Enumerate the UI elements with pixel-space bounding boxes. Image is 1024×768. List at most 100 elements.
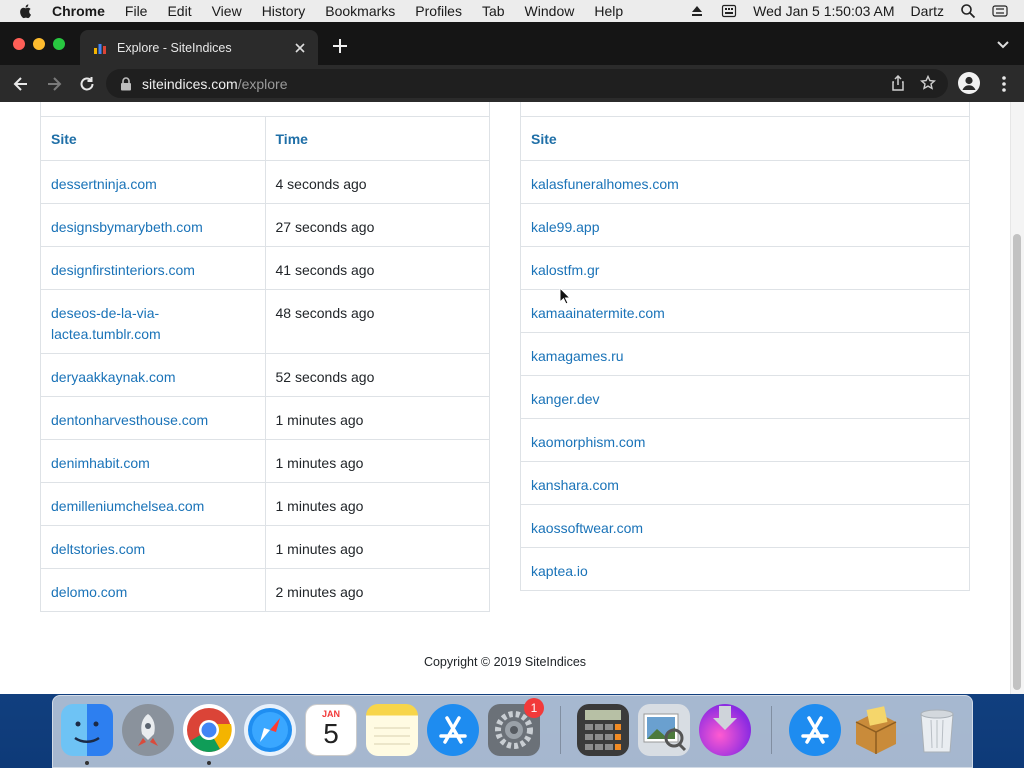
menu-help[interactable]: Help <box>594 3 623 19</box>
site-link[interactable]: kaptea.io <box>531 563 588 579</box>
site-link[interactable]: deltstories.com <box>51 541 145 557</box>
time-cell: 2 minutes ago <box>264 567 489 611</box>
window-minimize-button[interactable] <box>33 38 45 50</box>
dock-chrome-icon[interactable] <box>183 704 235 756</box>
page-scrollbar-thumb[interactable] <box>1013 234 1021 690</box>
time-cell: 27 seconds ago <box>264 202 489 246</box>
table-row: kalasfuneralhomes.com <box>521 159 969 203</box>
menu-bar-status: Wed Jan 5 1:50:03 AM Dartz <box>689 0 1024 22</box>
chrome-menu-kebab-icon[interactable] <box>996 74 1012 94</box>
table-row: kanshara.com <box>521 460 969 504</box>
site-link[interactable]: designfirstinteriors.com <box>51 262 195 278</box>
reload-button[interactable] <box>77 74 97 94</box>
dock-downloads-app-store-icon[interactable] <box>789 704 841 756</box>
time-cell: 52 seconds ago <box>264 352 489 396</box>
dock-calendar-icon[interactable]: JAN 5 <box>305 704 357 756</box>
column-header-site[interactable]: Site <box>521 117 969 160</box>
site-link[interactable]: delomo.com <box>51 584 127 600</box>
table-row: kaossoftwear.com <box>521 503 969 547</box>
macos-dock: JAN 5 1 <box>52 695 973 768</box>
site-link[interactable]: kalasfuneralhomes.com <box>531 176 679 192</box>
menu-clock[interactable]: Wed Jan 5 1:50:03 AM <box>753 3 894 19</box>
column-header-site[interactable]: Site <box>41 117 265 160</box>
forward-arrow-icon <box>48 77 62 91</box>
dock-separator <box>771 706 772 754</box>
menu-history[interactable]: History <box>262 3 306 19</box>
table-row: delomo.com 2 minutes ago <box>41 567 489 611</box>
control-center-icon[interactable] <box>992 3 1008 19</box>
recent-sites-card: Site Time dessertninja.com 4 seconds ago… <box>40 102 490 612</box>
tab-search-chevron-icon[interactable] <box>996 39 1010 51</box>
table-row: deltstories.com 1 minutes ago <box>41 524 489 568</box>
dock-finder-icon[interactable] <box>61 704 113 756</box>
site-list-table: Site kalasfuneralhomes.com kale99.app ka… <box>521 117 969 590</box>
time-cell: 1 minutes ago <box>264 438 489 482</box>
dock-safari-icon[interactable] <box>244 704 296 756</box>
siteindices-favicon-icon <box>94 43 106 54</box>
bookmark-star-icon[interactable] <box>920 75 936 91</box>
site-link[interactable]: deseos-de-la-via-lactea.tumblr.com <box>51 303 191 345</box>
menu-profiles[interactable]: Profiles <box>415 3 462 19</box>
menu-bookmarks[interactable]: Bookmarks <box>325 3 395 19</box>
menu-user[interactable]: Dartz <box>911 3 944 19</box>
dock-package-icon[interactable] <box>850 704 902 756</box>
site-link[interactable]: kamagames.ru <box>531 348 624 364</box>
site-link[interactable]: deryaakkaynak.com <box>51 369 176 385</box>
menu-edit[interactable]: Edit <box>167 3 191 19</box>
forward-button[interactable] <box>44 74 64 94</box>
menu-app-chrome[interactable]: Chrome <box>52 3 105 19</box>
table-row: designfirstinteriors.com 41 seconds ago <box>41 245 489 289</box>
menu-file[interactable]: File <box>125 3 148 19</box>
site-link[interactable]: dentonharvesthouse.com <box>51 412 208 428</box>
dock-preview-icon[interactable] <box>638 704 690 756</box>
dock-app-store-icon[interactable] <box>427 704 479 756</box>
menu-view[interactable]: View <box>212 3 242 19</box>
table-row: kaomorphism.com <box>521 417 969 461</box>
site-link[interactable]: kalostfm.gr <box>531 262 599 278</box>
tab-close-icon[interactable] <box>290 38 310 58</box>
dock-trash-icon[interactable] <box>911 704 963 756</box>
apple-icon[interactable] <box>18 3 34 19</box>
menu-window[interactable]: Window <box>525 3 575 19</box>
site-link[interactable]: kaomorphism.com <box>531 434 645 450</box>
back-button[interactable] <box>11 74 31 94</box>
new-tab-icon[interactable] <box>330 36 350 56</box>
lock-icon[interactable] <box>120 76 132 91</box>
site-link[interactable]: designsbymarybeth.com <box>51 219 203 235</box>
address-bar[interactable]: siteindices.com/explore <box>106 69 948 98</box>
share-icon[interactable] <box>890 75 906 91</box>
running-indicator <box>85 761 89 765</box>
spotlight-search-icon[interactable] <box>960 3 976 19</box>
card-header-cut-off <box>41 102 489 117</box>
site-link[interactable]: kaossoftwear.com <box>531 520 643 536</box>
site-link[interactable]: kanshara.com <box>531 477 619 493</box>
running-indicator <box>207 761 211 765</box>
eject-icon[interactable] <box>689 3 705 19</box>
dock-calculator-icon[interactable] <box>577 704 629 756</box>
site-link[interactable]: kanger.dev <box>531 391 600 407</box>
dock-notes-icon[interactable] <box>366 704 418 756</box>
page-viewport[interactable]: Site Time dessertninja.com 4 seconds ago… <box>0 102 1024 694</box>
site-link[interactable]: demilleniumchelsea.com <box>51 498 204 514</box>
site-link[interactable]: denimhabit.com <box>51 455 150 471</box>
table-row: deseos-de-la-via-lactea.tumblr.com 48 se… <box>41 288 489 353</box>
column-header-time[interactable]: Time <box>264 117 489 160</box>
keyboard-input-icon[interactable] <box>721 3 737 19</box>
window-close-button[interactable] <box>13 38 25 50</box>
dock-launchpad-icon[interactable] <box>122 704 174 756</box>
site-link[interactable]: kale99.app <box>531 219 600 235</box>
profile-avatar-button[interactable] <box>958 72 980 94</box>
page-scrollbar[interactable] <box>1010 102 1024 694</box>
dock-system-preferences-icon[interactable]: 1 <box>488 698 544 756</box>
table-row: demilleniumchelsea.com 1 minutes ago <box>41 481 489 525</box>
menu-tab[interactable]: Tab <box>482 3 505 19</box>
url-host: siteindices.com <box>142 75 238 92</box>
dock-installer-icon[interactable] <box>699 704 751 756</box>
tab-explore[interactable]: Explore - SiteIndices <box>80 30 318 65</box>
table-row: kaptea.io <box>521 546 969 590</box>
table-row: dentonharvesthouse.com 1 minutes ago <box>41 395 489 439</box>
table-row: kalostfm.gr <box>521 245 969 289</box>
window-zoom-button[interactable] <box>53 38 65 50</box>
site-link[interactable]: kamaainatermite.com <box>531 305 665 321</box>
site-link[interactable]: dessertninja.com <box>51 176 157 192</box>
